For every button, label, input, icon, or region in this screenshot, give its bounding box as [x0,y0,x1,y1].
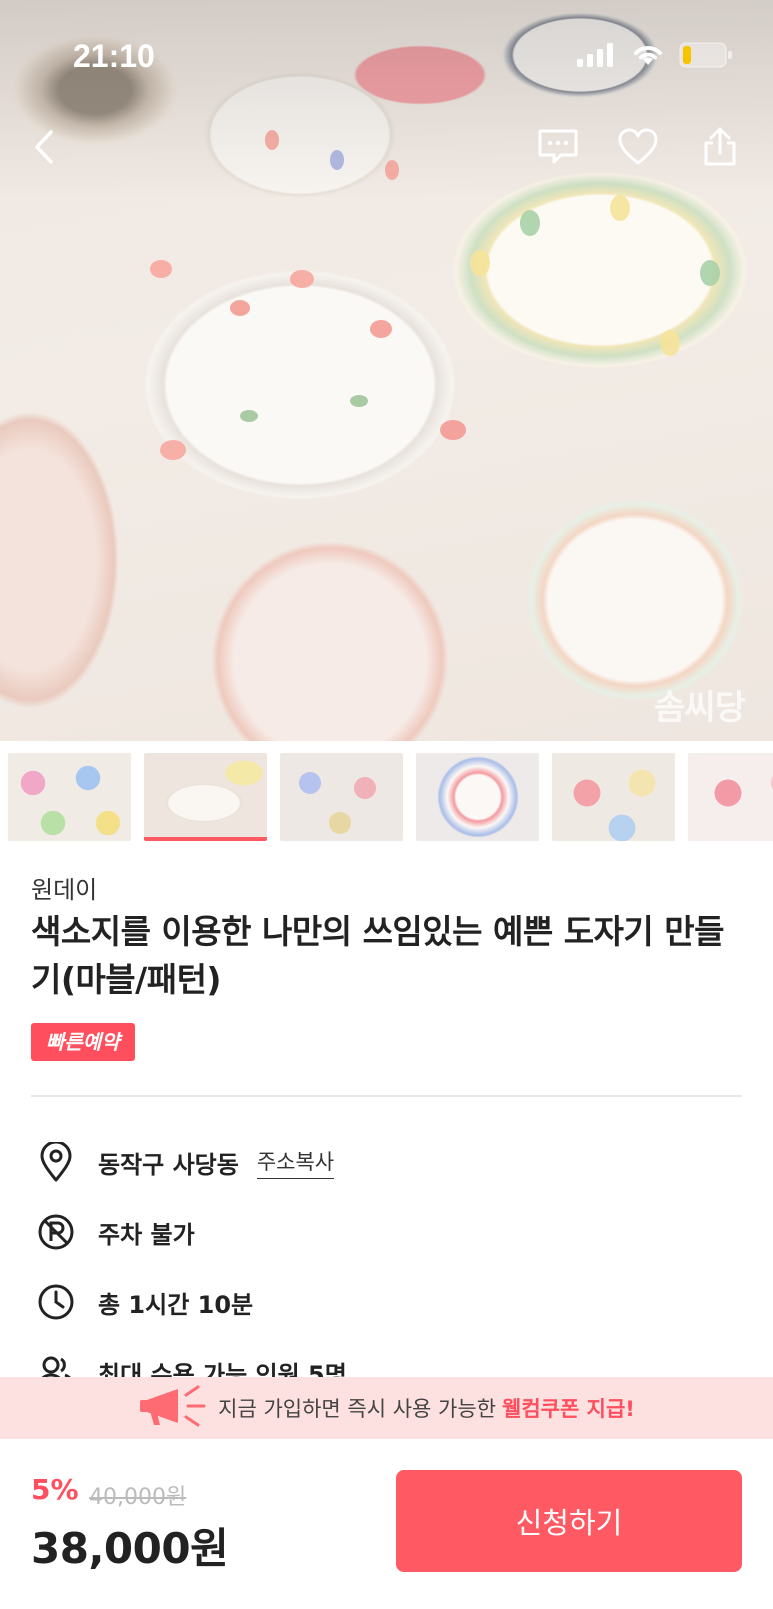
share-icon [702,127,738,171]
hero-decoration [290,270,314,288]
bottom-purchase-bar: 5% 40,000원 38,000원 신청하기 [0,1439,773,1609]
welcome-coupon-banner[interactable]: 지금 가입하면 즉시 사용 가능한 웰컴쿠폰 지급! [0,1377,773,1439]
watermark-logo: 솜씨당 [654,688,746,728]
hero-image[interactable]: 솜씨당 [0,0,773,741]
sale-price: 38,000원 [31,1524,229,1573]
megaphone-icon [138,1383,208,1434]
clock-icon [36,1282,76,1322]
hero-decoration [150,260,172,278]
wifi-icon [631,43,665,71]
no-parking-icon [36,1212,76,1252]
chat-button[interactable] [532,123,584,175]
back-button[interactable] [18,123,70,175]
hero-decoration [520,210,540,236]
location-pin-icon [36,1142,76,1182]
hero-decoration [230,300,250,316]
promo-highlight: 웰컴쿠폰 지급! [502,1397,635,1421]
hero-decoration [370,320,392,338]
product-title: 색소지를 이용한 나만의 쓰임있는 예쁜 도자기 만들기(마블/패턴) [31,912,725,999]
chevron-left-icon [33,129,55,169]
status-time: 21:10 [73,38,155,74]
thumbnail[interactable] [416,753,539,841]
thumbnail[interactable] [688,753,773,841]
hero-decoration [350,395,368,407]
like-button[interactable] [612,123,664,175]
thumbnail[interactable] [280,753,403,841]
parking-row: 주차 불가 [36,1212,195,1252]
heart-icon [617,128,659,170]
signal-icon [577,43,617,71]
thumbnail-strip[interactable] [0,753,773,841]
quick-booking-badge: 빠른예약 [31,1023,135,1061]
battery-icon [679,42,733,72]
apply-button[interactable]: 신청하기 [396,1470,742,1572]
hero-decoration [160,440,186,460]
chat-icon [537,128,579,170]
hero-decoration [660,330,680,356]
status-icons [577,42,733,72]
discount-rate: 5% [31,1473,79,1506]
parking-text: 주차 불가 [98,1220,195,1249]
thumbnail[interactable] [144,753,267,841]
category-label: 원데이 [31,876,98,904]
hero-decoration [440,420,466,440]
promo-text: 지금 가입하면 즉시 사용 가능한 [218,1397,497,1421]
thumbnail[interactable] [552,753,675,841]
thumbnail[interactable] [8,753,131,841]
share-button[interactable] [694,123,746,175]
duration-row: 총 1시간 10분 [36,1282,253,1322]
duration-text: 총 1시간 10분 [98,1290,254,1319]
copy-address-link[interactable]: 주소복사 [256,1146,335,1179]
hero-decoration [700,260,720,286]
original-price: 40,000원 [89,1485,187,1510]
hero-decoration [470,250,490,276]
location-row: 동작구 사당동 주소복사 [36,1142,335,1182]
divider [31,1095,742,1097]
location-text: 동작구 사당동 [98,1150,239,1179]
hero-decoration [240,410,258,422]
